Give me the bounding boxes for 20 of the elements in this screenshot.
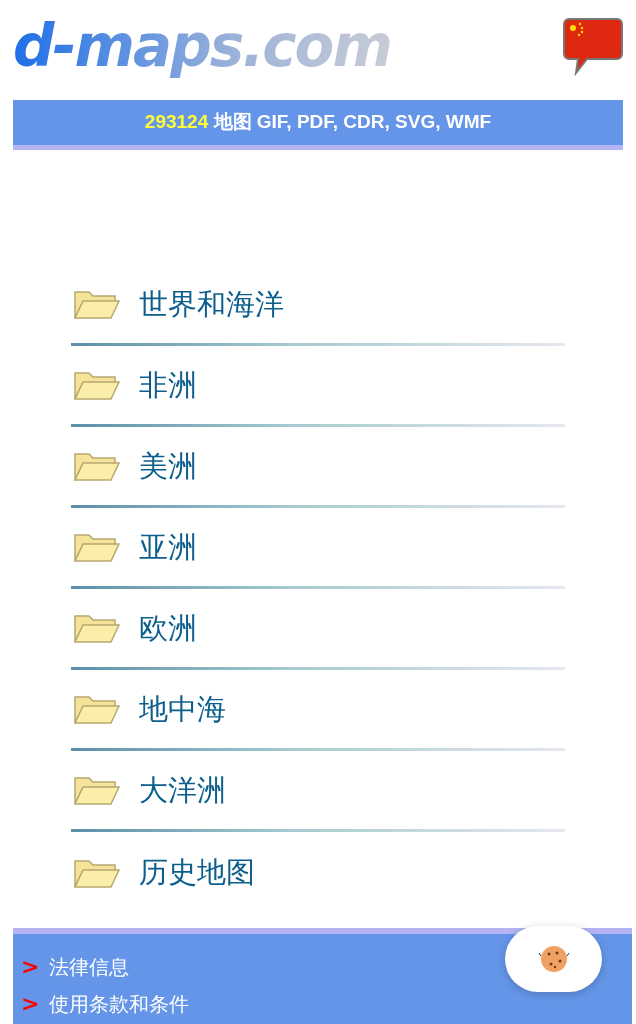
category-link[interactable]: 亚洲 <box>139 529 197 565</box>
category-link[interactable]: 世界和海洋 <box>139 286 284 322</box>
folder-icon <box>73 612 121 644</box>
folder-icon <box>73 693 121 725</box>
folder-icon <box>73 369 121 401</box>
folder-icon <box>73 288 121 320</box>
chevron-marker: > <box>21 990 40 1018</box>
category-link[interactable]: 欧洲 <box>139 610 197 646</box>
folder-icon <box>73 774 121 806</box>
chevron-marker: > <box>21 953 40 981</box>
category-link[interactable]: 地中海 <box>139 691 226 727</box>
flag-icon[interactable] <box>563 18 623 76</box>
category-link[interactable]: 历史地图 <box>139 855 255 890</box>
category-link[interactable]: 美洲 <box>139 448 197 484</box>
folder-icon <box>73 531 121 563</box>
banner-text: 293124 地图 GIF, PDF, CDR, SVG, WMF <box>144 110 492 135</box>
category-link[interactable]: 大洋洲 <box>139 772 226 808</box>
cookie-icon <box>536 944 571 974</box>
category-link[interactable]: 非洲 <box>139 367 197 403</box>
folder-icon <box>73 450 121 482</box>
